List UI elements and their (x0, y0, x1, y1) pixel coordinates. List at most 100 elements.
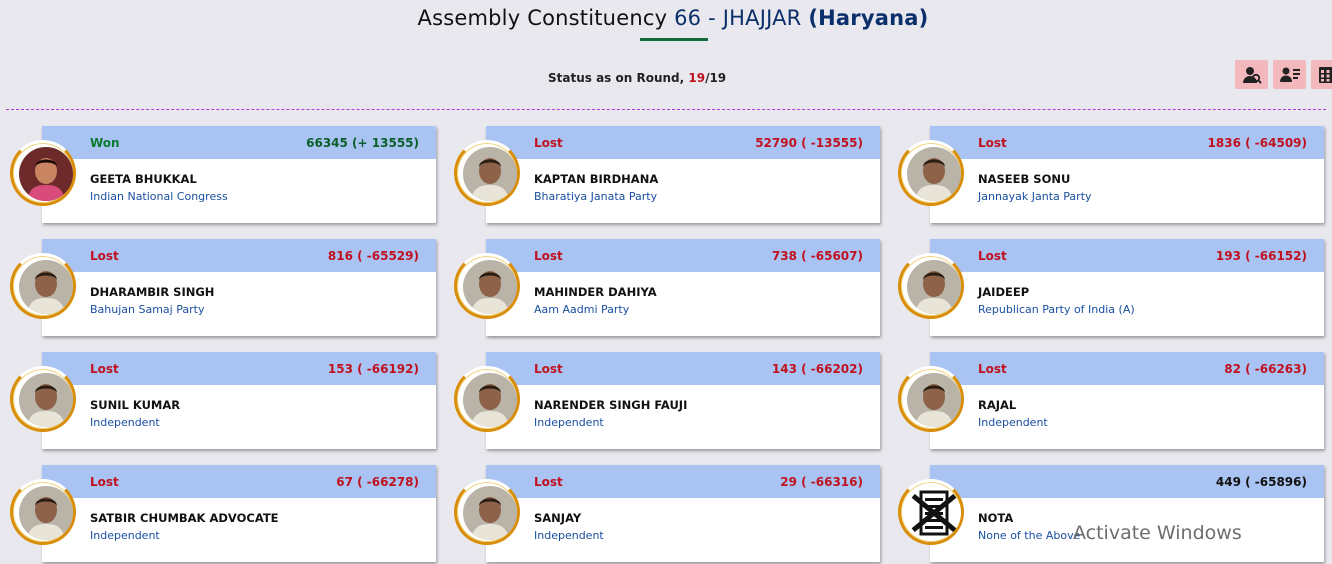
candidate-photo (19, 373, 73, 427)
party-name: Independent (978, 416, 1048, 429)
result-status: Lost (90, 362, 119, 376)
candidate-avatar (898, 140, 964, 206)
candidate-list-icon (1279, 64, 1301, 86)
candidate-avatar (10, 479, 76, 545)
round-current: 19 (688, 71, 705, 85)
status-label: Status as on Round, (548, 71, 684, 85)
party-name: Bahujan Samaj Party (90, 303, 204, 316)
candidate-card[interactable]: Lost 1836 ( -64509) NASEEB SONU Jannayak Ja… (896, 126, 1332, 225)
candidate-avatar (898, 253, 964, 319)
result-status: Lost (978, 362, 1007, 376)
candidate-card-header: Lost52790 ( -13555) (486, 126, 880, 159)
candidate-card[interactable]: Lost 816 ( -65529) DHARAMBIR SINGH Bahujan … (8, 239, 452, 338)
candidate-card-box: Lost 1836 ( -64509) NASEEB SONU Jannayak Ja… (930, 126, 1324, 223)
candidate-card[interactable]: Lost29 ( -66316)SANJAYIndependent (452, 465, 896, 564)
candidate-photo (463, 147, 517, 201)
candidate-name: GEETA BHUKKAL (90, 172, 197, 186)
candidate-avatar (10, 253, 76, 319)
candidate-avatar (898, 366, 964, 432)
candidate-card-header: Lost 193 ( -66152) (930, 239, 1324, 272)
candidate-card-header: Won 66345 (+ 13555) (42, 126, 436, 159)
candidate-card-header: Lost29 ( -66316) (486, 465, 880, 498)
candidate-card[interactable]: Lost 153 ( -66192) SUNIL KUMAR Independent (8, 352, 452, 451)
view-toolbar (1235, 60, 1332, 89)
candidate-name: JAIDEEP (978, 285, 1029, 299)
candidate-name: SANJAY (534, 511, 581, 525)
candidate-photo (463, 260, 517, 314)
title-underline (640, 38, 708, 41)
candidate-card[interactable]: Lost 193 ( -66152) JAIDEEP Republican Party… (896, 239, 1332, 338)
candidate-card-box: Lost67 ( -66278) SATBIR CHUMBAK ADVOCATE I… (42, 465, 436, 562)
party-name: Independent (90, 529, 160, 542)
vote-count: 1836 ( -64509) (1208, 136, 1307, 150)
candidate-card-header: Lost 153 ( -66192) (42, 352, 436, 385)
candidate-card[interactable]: Lost143 ( -66202)NARENDER SINGH FAUJIInd… (452, 352, 896, 451)
candidate-avatar (454, 140, 520, 206)
party-name: Aam Aadmi Party (534, 303, 629, 316)
candidate-name: RAJAL (978, 398, 1016, 412)
round-total: /19 (705, 71, 726, 85)
vote-count: 193 ( -66152) (1216, 249, 1307, 263)
vote-count: 143 ( -66202) (772, 362, 863, 376)
party-name: Jannayak Janta Party (978, 190, 1092, 203)
candidate-avatar (10, 366, 76, 432)
section-divider (6, 109, 1326, 110)
party-name: Republican Party of India (A) (978, 303, 1135, 316)
candidate-avatar (898, 479, 964, 545)
candidate-grid: Won 66345 (+ 13555) GEETA BHUKKAL Indian Na… (8, 126, 1328, 564)
candidate-list-button[interactable] (1273, 60, 1306, 89)
candidate-card-box: Lost143 ( -66202)NARENDER SINGH FAUJIInd… (486, 352, 880, 449)
candidate-name: NOTA (978, 511, 1013, 525)
vote-count: 449 ( -65896) (1216, 475, 1307, 489)
candidate-avatar (454, 253, 520, 319)
result-status: Lost (534, 362, 563, 376)
candidate-card[interactable]: Lost 82 ( -66263) RAJAL Independent (896, 352, 1332, 451)
candidate-card[interactable]: Lost67 ( -66278) SATBIR CHUMBAK ADVOCATE I… (8, 465, 452, 564)
candidate-photo (19, 260, 73, 314)
vote-count: 29 ( -66316) (780, 475, 863, 489)
vote-count: 153 ( -66192) (328, 362, 419, 376)
candidate-photo (19, 486, 73, 540)
result-status: Lost (534, 136, 563, 150)
candidate-card[interactable]: Won 66345 (+ 13555) GEETA BHUKKAL Indian Na… (8, 126, 452, 225)
party-name: Indian National Congress (90, 190, 228, 203)
candidate-name: SATBIR CHUMBAK ADVOCATE (90, 511, 279, 525)
candidate-avatar (10, 140, 76, 206)
constituency-number: 66 - JHAJJAR (674, 6, 801, 30)
result-status: Lost (534, 249, 563, 263)
result-status: Lost (90, 249, 119, 263)
page-title: Assembly Constituency 66 - JHAJJAR (Hary… (0, 6, 1332, 30)
candidate-name: NASEEB SONU (978, 172, 1070, 186)
candidate-card-box: 449 ( -65896)NOTANone of the Above (930, 465, 1324, 562)
candidate-photo (907, 373, 961, 427)
party-name: Independent (90, 416, 160, 429)
candidate-search-button[interactable] (1235, 60, 1268, 89)
candidate-card[interactable]: 449 ( -65896)NOTANone of the Above (896, 465, 1332, 564)
result-status: Lost (90, 475, 119, 489)
result-status: Lost (978, 136, 1007, 150)
candidate-card-header: Lost67 ( -66278) (42, 465, 436, 498)
vote-count: 66345 (+ 13555) (306, 136, 419, 150)
result-status: Lost (978, 249, 1007, 263)
candidate-search-icon (1241, 64, 1263, 86)
round-status: Status as on Round, 19/19 (548, 71, 726, 85)
candidate-photo (463, 373, 517, 427)
vote-count: 82 ( -66263) (1224, 362, 1307, 376)
candidate-photo (907, 260, 961, 314)
result-status: Won (90, 136, 120, 150)
candidate-card-box: Lost 82 ( -66263) RAJAL Independent (930, 352, 1324, 449)
candidate-card-header: Lost 82 ( -66263) (930, 352, 1324, 385)
candidate-card-box: Lost52790 ( -13555)KAPTAN BIRDHANABharat… (486, 126, 880, 223)
candidate-name: SUNIL KUMAR (90, 398, 180, 412)
candidate-card-box: Won 66345 (+ 13555) GEETA BHUKKAL Indian Na… (42, 126, 436, 223)
vote-count: 816 ( -65529) (328, 249, 419, 263)
candidate-name: NARENDER SINGH FAUJI (534, 398, 687, 412)
vote-count: 738 ( -65607) (772, 249, 863, 263)
candidate-card[interactable]: Lost52790 ( -13555)KAPTAN BIRDHANABharat… (452, 126, 896, 225)
candidate-name: DHARAMBIR SINGH (90, 285, 214, 299)
candidate-name: KAPTAN BIRDHANA (534, 172, 658, 186)
candidate-card[interactable]: Lost738 ( -65607)MAHINDER DAHIYAAam Aadm… (452, 239, 896, 338)
table-view-button[interactable] (1311, 60, 1332, 89)
candidate-card-box: Lost 193 ( -66152) JAIDEEP Republican Party… (930, 239, 1324, 336)
candidate-photo (463, 486, 517, 540)
